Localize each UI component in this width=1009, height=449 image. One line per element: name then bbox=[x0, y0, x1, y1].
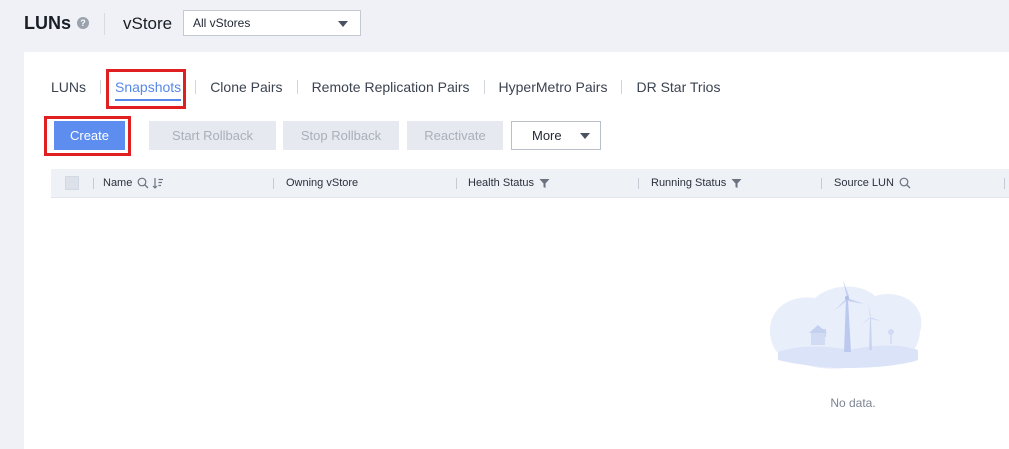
reactivate-button[interactable]: Reactivate bbox=[407, 121, 503, 150]
tab-dr-star-trios[interactable]: DR Star Trios bbox=[636, 76, 720, 98]
column-header-source-lun: Source LUN bbox=[834, 169, 911, 197]
column-divider bbox=[1004, 178, 1005, 189]
title-divider bbox=[104, 13, 105, 35]
highlight-box-create-button bbox=[44, 116, 131, 156]
tab-divider bbox=[483, 80, 485, 94]
sort-icon[interactable] bbox=[152, 177, 164, 189]
column-divider bbox=[273, 178, 274, 189]
vstore-select-value: All vStores bbox=[193, 16, 251, 30]
vstore-label: vStore bbox=[123, 14, 173, 33]
filter-icon[interactable] bbox=[539, 178, 550, 189]
column-header-running-status: Running Status bbox=[651, 169, 742, 197]
column-divider bbox=[638, 178, 639, 189]
main-panel: LUNs Snapshots Clone Pairs Remote Replic… bbox=[24, 52, 1009, 449]
highlight-box-snapshots-tab bbox=[106, 69, 186, 109]
filter-icon[interactable] bbox=[731, 178, 742, 189]
question-circle-icon[interactable]: ? bbox=[77, 17, 89, 29]
search-icon[interactable] bbox=[899, 177, 911, 189]
empty-state: No data. bbox=[760, 274, 930, 414]
tab-clone-pairs[interactable]: Clone Pairs bbox=[210, 76, 282, 98]
tab-hypermetro-pairs[interactable]: HyperMetro Pairs bbox=[499, 76, 608, 98]
chevron-down-icon bbox=[580, 133, 590, 139]
page-title: LUNs bbox=[24, 13, 72, 33]
column-header-label: Name bbox=[103, 177, 133, 189]
top-bar: LUNs ? vStore All vStores bbox=[0, 0, 1009, 52]
column-header-owning-vstore: Owning vStore bbox=[286, 169, 358, 197]
more-button-label: More bbox=[532, 128, 562, 143]
vstore-select[interactable]: All vStores bbox=[183, 10, 361, 36]
column-header-health-status: Health Status bbox=[468, 169, 550, 197]
select-all-checkbox[interactable] bbox=[65, 176, 79, 190]
column-divider bbox=[456, 178, 457, 189]
start-rollback-button[interactable]: Start Rollback bbox=[149, 121, 276, 150]
column-header-label: Running Status bbox=[651, 177, 727, 189]
tab-divider bbox=[621, 80, 623, 94]
column-header-label: Source LUN bbox=[834, 177, 894, 189]
stop-rollback-button[interactable]: Stop Rollback bbox=[283, 121, 399, 150]
table-header: Name Owning vStore Health Status Running… bbox=[51, 169, 1009, 198]
column-header-name: Name bbox=[103, 169, 164, 197]
column-header-label: Health Status bbox=[468, 177, 535, 189]
empty-state-text: No data. bbox=[830, 396, 876, 410]
tab-divider bbox=[100, 80, 102, 94]
tab-divider bbox=[296, 80, 298, 94]
tab-divider bbox=[195, 80, 197, 94]
column-divider bbox=[821, 178, 822, 189]
search-icon[interactable] bbox=[137, 177, 149, 189]
chevron-down-icon bbox=[338, 21, 348, 27]
column-header-label: Owning vStore bbox=[286, 177, 359, 189]
column-divider bbox=[93, 178, 94, 189]
more-dropdown-button[interactable]: More bbox=[511, 121, 601, 150]
empty-wind-turbine-illustration bbox=[769, 280, 922, 369]
tab-luns[interactable]: LUNs bbox=[51, 76, 86, 98]
tab-remote-replication-pairs[interactable]: Remote Replication Pairs bbox=[312, 76, 470, 98]
